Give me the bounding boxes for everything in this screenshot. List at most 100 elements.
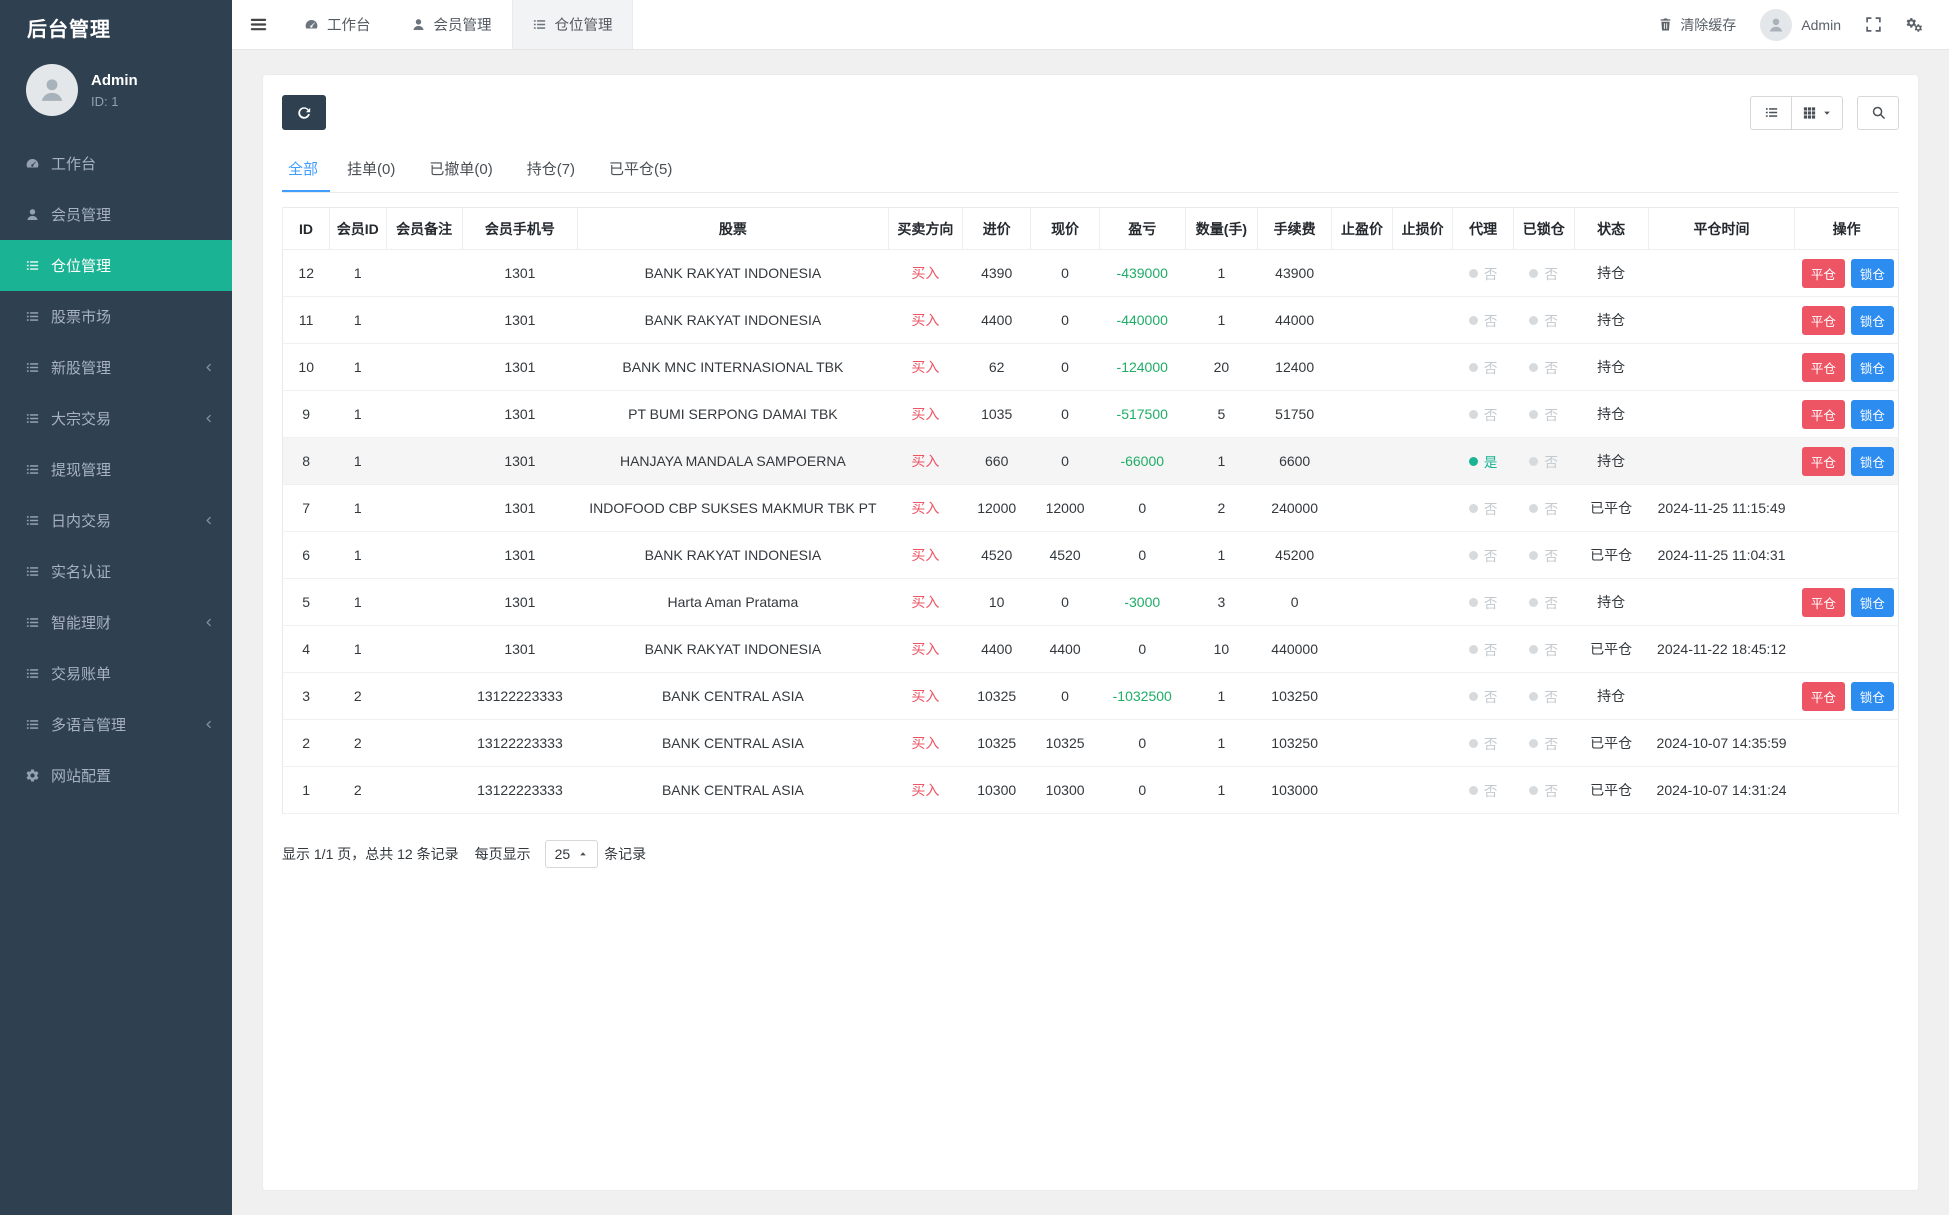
sidebar-item-smart-invest[interactable]: 智能理财 (0, 597, 232, 648)
top-tab-workbench[interactable]: 工作台 (284, 0, 391, 49)
agent-indicator[interactable]: 否 (1469, 263, 1498, 283)
lock-position-button[interactable]: 锁仓 (1851, 447, 1894, 476)
filter-tabs: 全部 挂单(0) 已撤单(0) 持仓(7) 已平仓(5) (282, 146, 1899, 193)
agent-indicator[interactable]: 否 (1469, 733, 1498, 753)
locked-indicator[interactable]: 否 (1529, 357, 1558, 377)
top-tab-positions[interactable]: 仓位管理 (512, 0, 633, 49)
sidebar-item-ipo[interactable]: 新股管理 (0, 342, 232, 393)
close-position-button[interactable]: 平仓 (1802, 588, 1845, 617)
agent-indicator[interactable]: 否 (1469, 404, 1498, 424)
close-position-button[interactable]: 平仓 (1802, 682, 1845, 711)
user-menu[interactable]: Admin (1760, 9, 1841, 41)
sidebar-item-label: 股票市场 (51, 306, 111, 327)
refresh-button[interactable] (282, 95, 326, 130)
agent-indicator[interactable]: 否 (1469, 686, 1498, 706)
topbar: 工作台 会员管理 仓位管理 清除缓存 Admin (232, 0, 1949, 50)
column-header: 止盈价 (1332, 208, 1393, 250)
locked-indicator[interactable]: 否 (1529, 404, 1558, 424)
search-button[interactable] (1857, 96, 1899, 130)
sidebar-item-stock-market[interactable]: 股票市场 (0, 291, 232, 342)
sidebar-item-languages[interactable]: 多语言管理 (0, 699, 232, 750)
main: 工作台 会员管理 仓位管理 清除缓存 Admin (232, 0, 1949, 1215)
sidebar-item-site-config[interactable]: 网站配置 (0, 750, 232, 801)
page-size-select[interactable]: 25 (545, 840, 599, 868)
fullscreen-button[interactable] (1865, 16, 1882, 33)
cell-phone: 1301 (462, 250, 577, 297)
close-position-button[interactable]: 平仓 (1802, 353, 1845, 382)
close-position-button[interactable]: 平仓 (1802, 259, 1845, 288)
cell-entry-price: 12000 (963, 485, 1031, 532)
lock-position-button[interactable]: 锁仓 (1851, 353, 1894, 382)
locked-indicator[interactable]: 否 (1529, 263, 1558, 283)
user-icon (25, 207, 40, 222)
sidebar-item-members[interactable]: 会员管理 (0, 189, 232, 240)
position-row: 4 1 1301 BANK RAKYAT INDONESIA 买入 4400 4… (283, 626, 1899, 673)
filter-tab-pending[interactable]: 挂单(0) (330, 146, 412, 192)
locked-indicator[interactable]: 否 (1529, 780, 1558, 800)
cell-fee: 51750 (1258, 391, 1332, 438)
cell-member-id: 1 (329, 579, 386, 626)
locked-indicator[interactable]: 否 (1529, 498, 1558, 518)
sidebar-item-positions[interactable]: 仓位管理 (0, 240, 232, 291)
agent-indicator[interactable]: 否 (1469, 310, 1498, 330)
position-row: 2 2 13122223333 BANK CENTRAL ASIA 买入 103… (283, 720, 1899, 767)
close-position-button[interactable]: 平仓 (1802, 447, 1845, 476)
filter-tab-cancelled[interactable]: 已撤单(0) (412, 146, 509, 192)
status-dot (1469, 739, 1478, 748)
locked-indicator[interactable]: 否 (1529, 451, 1558, 471)
agent-indicator[interactable]: 否 (1469, 357, 1498, 377)
cell-member-note (386, 297, 462, 344)
filter-tab-all[interactable]: 全部 (282, 146, 330, 192)
agent-indicator[interactable]: 否 (1469, 498, 1498, 518)
column-header: 现价 (1031, 208, 1099, 250)
locked-indicator[interactable]: 否 (1529, 733, 1558, 753)
locked-indicator[interactable]: 否 (1529, 686, 1558, 706)
position-row: 1 2 13122223333 BANK CENTRAL ASIA 买入 103… (283, 767, 1899, 814)
sidebar-item-bills[interactable]: 交易账单 (0, 648, 232, 699)
filter-tab-closed[interactable]: 已平仓(5) (592, 146, 689, 192)
close-position-button[interactable]: 平仓 (1802, 306, 1845, 335)
per-page-label: 每页显示 (475, 844, 531, 864)
cell-stock: BANK CENTRAL ASIA (578, 673, 889, 720)
locked-indicator[interactable]: 否 (1529, 545, 1558, 565)
cell-member-note (386, 626, 462, 673)
agent-indicator[interactable]: 否 (1469, 592, 1498, 612)
locked-indicator[interactable]: 否 (1529, 310, 1558, 330)
cell-take-profit (1332, 767, 1393, 814)
sidebar-item-withdraw[interactable]: 提现管理 (0, 444, 232, 495)
menu-toggle-button[interactable] (232, 0, 284, 49)
cell-phone: 13122223333 (462, 673, 577, 720)
locked-indicator[interactable]: 否 (1529, 639, 1558, 659)
position-row: 8 1 1301 HANJAYA MANDALA SAMPOERNA 买入 66… (283, 438, 1899, 485)
agent-indicator[interactable]: 否 (1469, 780, 1498, 800)
lock-position-button[interactable]: 锁仓 (1851, 682, 1894, 711)
cell-id: 7 (283, 485, 330, 532)
cell-stop-loss (1392, 391, 1453, 438)
agent-indicator[interactable]: 否 (1469, 545, 1498, 565)
columns-button[interactable] (1792, 96, 1843, 130)
sidebar-item-kyc[interactable]: 实名认证 (0, 546, 232, 597)
agent-indicator[interactable]: 否 (1469, 639, 1498, 659)
locked-indicator[interactable]: 否 (1529, 592, 1558, 612)
column-header: 状态 (1574, 208, 1648, 250)
settings-button[interactable] (1906, 16, 1923, 33)
lock-position-button[interactable]: 锁仓 (1851, 306, 1894, 335)
sidebar-item-intraday[interactable]: 日内交易 (0, 495, 232, 546)
list-view-button[interactable] (1750, 96, 1792, 130)
cell-member-id: 1 (329, 391, 386, 438)
agent-indicator[interactable]: 是 (1469, 451, 1498, 471)
sidebar-item-workbench[interactable]: 工作台 (0, 138, 232, 189)
filter-tab-holding[interactable]: 持仓(7) (510, 146, 592, 192)
cell-id: 10 (283, 344, 330, 391)
top-tab-members[interactable]: 会员管理 (391, 0, 512, 49)
sidebar-item-block-trade[interactable]: 大宗交易 (0, 393, 232, 444)
lock-position-button[interactable]: 锁仓 (1851, 259, 1894, 288)
lock-position-button[interactable]: 锁仓 (1851, 400, 1894, 429)
cell-stop-loss (1392, 626, 1453, 673)
cell-stop-loss (1392, 344, 1453, 391)
cell-fee: 0 (1258, 579, 1332, 626)
lock-position-button[interactable]: 锁仓 (1851, 588, 1894, 617)
cell-take-profit (1332, 532, 1393, 579)
close-position-button[interactable]: 平仓 (1802, 400, 1845, 429)
clear-cache-button[interactable]: 清除缓存 (1658, 15, 1736, 35)
